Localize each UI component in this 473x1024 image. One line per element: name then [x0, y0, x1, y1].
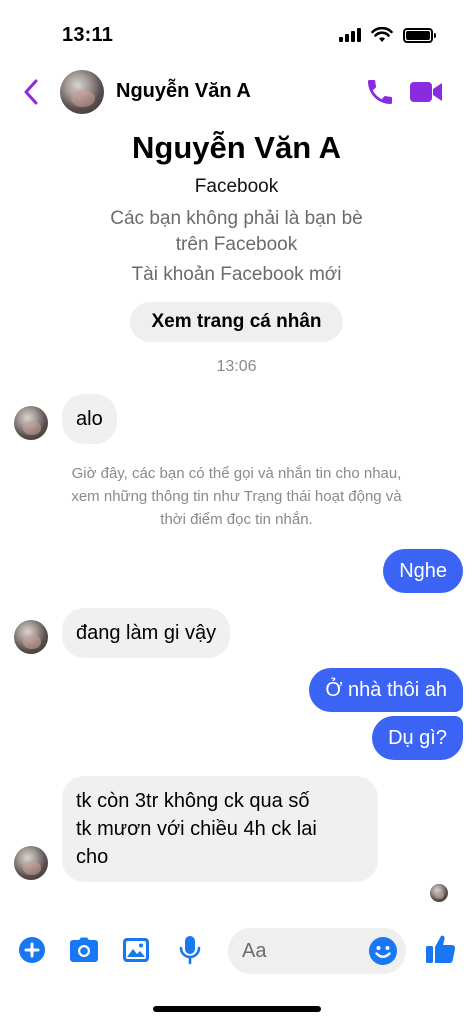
system-note-line: thời điểm đọc tin nhắn. [160, 511, 313, 528]
battery-icon [403, 27, 436, 43]
back-button[interactable] [16, 76, 46, 108]
camera-button[interactable] [68, 934, 100, 966]
microphone-icon [179, 936, 201, 965]
system-note-line: Giờ đây, các bạn có thể gọi và nhắn tin … [71, 465, 402, 482]
contact-avatar-small[interactable] [14, 620, 48, 654]
message-composer [0, 924, 473, 980]
more-actions-button[interactable] [16, 934, 48, 966]
profile-name: Nguyễn Văn A [132, 130, 341, 165]
incoming-message[interactable]: đang làm gi vậy [62, 608, 231, 658]
thumbs-up-icon [426, 935, 456, 963]
system-note-line: xem những thông tin như Trạng thái hoạt … [71, 488, 402, 505]
voice-call-button[interactable] [364, 76, 396, 108]
incoming-message[interactable]: tk còn 3tr không ck qua số tk mươn với c… [62, 776, 378, 882]
emoji-icon [369, 937, 397, 965]
view-profile-button[interactable]: Xem trang cá nhân [130, 302, 343, 342]
voice-message-button[interactable] [174, 934, 206, 966]
emoji-button[interactable] [368, 936, 398, 966]
incoming-message[interactable]: alo [62, 394, 117, 444]
account-note: Tài khoản Facebook mới [131, 264, 342, 285]
phone-icon [368, 80, 392, 104]
camera-icon [70, 937, 98, 962]
status-bar: 13:11 [0, 0, 473, 62]
video-camera-icon [410, 82, 442, 102]
image-icon [123, 938, 149, 962]
contact-avatar-small[interactable] [14, 846, 48, 880]
contact-name[interactable]: Nguyễn Văn A [116, 80, 251, 103]
chat-header: Nguyễn Văn A [0, 62, 473, 122]
message-line: tk mươn với chiều 4h ck lai [76, 818, 317, 840]
friend-note-line: trên Facebook [175, 234, 298, 255]
video-call-button[interactable] [408, 78, 444, 106]
gallery-button[interactable] [120, 934, 152, 966]
wifi-icon [371, 27, 393, 42]
like-button[interactable] [424, 932, 460, 968]
signal-icon [339, 28, 361, 42]
outgoing-message[interactable]: Dụ gì? [372, 716, 463, 760]
chevron-left-icon [24, 79, 38, 105]
home-indicator [153, 1006, 321, 1012]
message-line: cho [76, 846, 109, 868]
profile-platform: Facebook [194, 176, 279, 197]
friend-note-line: Các bạn không phải là bạn bè [110, 208, 363, 229]
system-note: Giờ đây, các bạn có thể gọi và nhắn tin … [20, 462, 453, 531]
friend-status-note: Các bạn không phải là bạn bè trên Facebo… [0, 206, 473, 258]
contact-avatar[interactable] [60, 70, 104, 114]
seen-receipt-avatar [430, 884, 448, 902]
status-time: 13:11 [62, 24, 114, 46]
outgoing-message[interactable]: Ở nhà thôi ah [309, 668, 463, 712]
contact-avatar-small[interactable] [14, 406, 48, 440]
status-icons [339, 27, 436, 43]
message-timestamp: 13:06 [216, 358, 257, 375]
outgoing-message[interactable]: Nghe [383, 549, 463, 593]
plus-icon [19, 937, 45, 963]
message-line: tk còn 3tr không ck qua số [76, 790, 310, 812]
